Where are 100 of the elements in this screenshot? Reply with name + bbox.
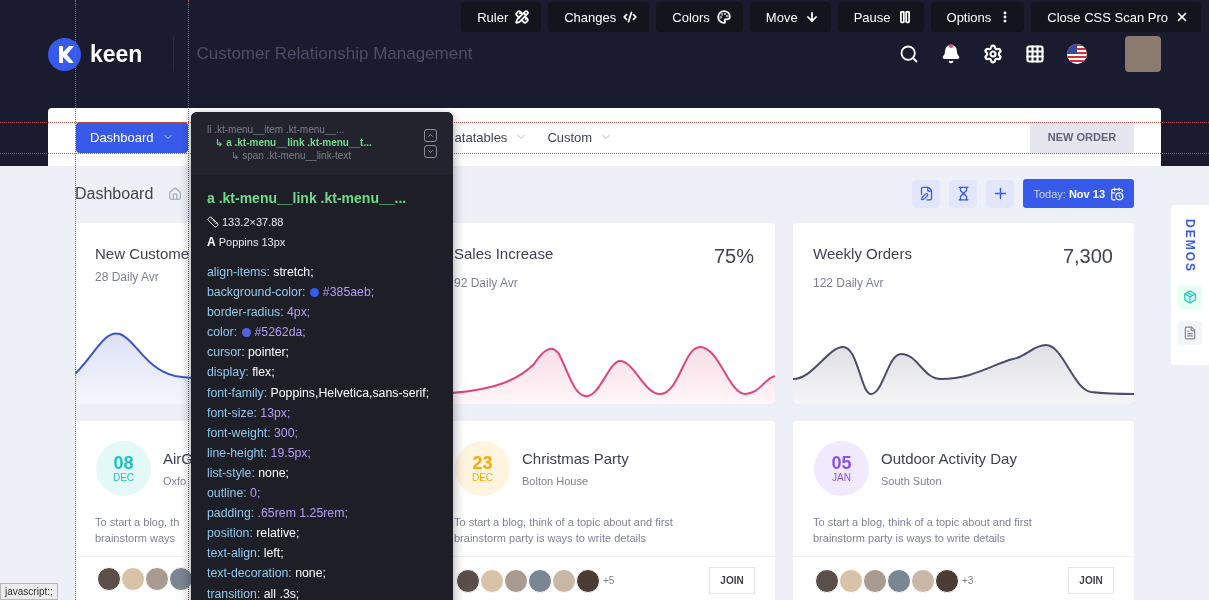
- demos-label[interactable]: DEMOS: [1183, 219, 1197, 273]
- menu-item[interactable]: atatables: [454, 121, 548, 153]
- toolbar-button[interactable]: Close CSS Scan Pro: [1031, 2, 1201, 32]
- event-description: brainstorm party is ways to write details: [454, 532, 646, 544]
- element-size: 133.2×37.88: [222, 216, 284, 228]
- css-property: cursor: pointer;: [207, 344, 291, 362]
- code-icon: [623, 10, 638, 24]
- element-path[interactable]: ↳ span .kt-menu__link-text: [207, 150, 352, 161]
- css-property: position: relative;: [207, 525, 301, 543]
- up-button[interactable]: [424, 129, 437, 142]
- join-button[interactable]: JOIN: [709, 567, 755, 594]
- css-property: outline: 0;: [207, 485, 262, 503]
- status-url: javascript:;: [0, 583, 58, 600]
- font-icon: A: [207, 235, 216, 249]
- avatar: [121, 567, 145, 591]
- avatar: [935, 568, 959, 593]
- more-count: +5: [603, 575, 615, 586]
- avatar: [887, 568, 911, 593]
- avatar: [815, 568, 839, 593]
- stat-value: 75%: [713, 245, 754, 268]
- css-property: font-size: 13px;: [207, 404, 292, 422]
- css-property: align-items: stretch;: [207, 264, 315, 281]
- stat-title: Sales Increase: [454, 245, 554, 264]
- avatar: [456, 568, 480, 593]
- date-badge: 08 DEC: [96, 441, 151, 496]
- chevron-down-icon: [426, 147, 435, 156]
- document-icon[interactable]: [1178, 321, 1202, 345]
- palette-icon: [716, 10, 731, 24]
- event-description: To start a blog, think of a topic about and first: [454, 516, 673, 528]
- font-info: Poppins 13px: [218, 236, 286, 248]
- logo-icon: [48, 37, 81, 71]
- css-property: line-height: 19.5px;: [207, 444, 312, 462]
- settings-icon[interactable]: [983, 44, 1003, 64]
- page-title: Dashboard: [75, 184, 154, 203]
- element-path[interactable]: li .kt-menu__item .kt-menu__...: [207, 124, 345, 135]
- element-path[interactable]: ↳ a .kt-menu__link .kt-menu__t...: [207, 137, 372, 148]
- hourglass-button[interactable]: [949, 179, 978, 208]
- event-location: Bolton House: [522, 475, 590, 487]
- toolbar-button[interactable]: Options: [930, 2, 1025, 32]
- join-button[interactable]: JOIN: [1068, 567, 1114, 594]
- selector-title: a .kt-menu__link .kt-menu__...: [207, 190, 408, 206]
- stat-title: Weekly Orders: [813, 245, 912, 264]
- close-icon: [1175, 10, 1189, 24]
- event-description: brainstorm party is ways to write details: [813, 532, 1005, 544]
- stat-title: New Custome: [95, 245, 190, 262]
- date-button[interactable]: Today: Nov 13: [1023, 179, 1134, 208]
- stat-value: 7,300: [1062, 245, 1113, 268]
- event-location: South Suton: [881, 475, 943, 487]
- stat-subtitle: 28 Daily Avr: [95, 270, 159, 284]
- flag-icon[interactable]: [1067, 44, 1087, 64]
- avatar: [169, 567, 193, 591]
- date-badge: 23 DEC: [455, 441, 510, 496]
- more-count: +3: [962, 575, 974, 586]
- event-description: brainstorm ways: [95, 532, 176, 544]
- css-property: text-align: left;: [207, 545, 285, 563]
- event-title: Outdoor Activity Day: [881, 450, 1017, 467]
- css-property: background-color: #385aeb;: [207, 284, 376, 302]
- stat-subtitle: 122 Daily Avr: [813, 276, 884, 290]
- css-property: padding: .65rem 1.25rem;: [207, 505, 349, 523]
- grid-icon[interactable]: [1025, 44, 1045, 64]
- search-icon[interactable]: [899, 44, 919, 64]
- css-property: display: flex;: [207, 364, 276, 382]
- brand-name: keen: [90, 40, 143, 68]
- notes-button[interactable]: [912, 179, 941, 208]
- avatar: [480, 568, 504, 593]
- down-button[interactable]: [424, 145, 437, 158]
- toolbar-button[interactable]: Pause: [837, 2, 924, 32]
- css-property: transition: all .3s;: [207, 585, 301, 600]
- avatar: [576, 568, 600, 593]
- toolbar-button[interactable]: Colors: [656, 2, 743, 32]
- avatar: [145, 567, 169, 591]
- bell-icon[interactable]: [941, 44, 961, 64]
- event-description: To start a blog, th: [95, 516, 180, 528]
- css-property: color: #5262da;: [207, 324, 307, 342]
- avatar: [528, 568, 552, 593]
- css-property: text-decoration: none;: [207, 565, 327, 583]
- menu-item[interactable]: Custom: [547, 121, 633, 153]
- new-order-button[interactable]: NEW ORDER: [1030, 121, 1134, 153]
- pause-icon: [897, 10, 912, 24]
- ruler-pencil-icon: [515, 10, 530, 24]
- avatar: [863, 568, 887, 593]
- toolbar-button[interactable]: Ruler: [461, 2, 542, 32]
- event-title: Christmas Party: [522, 450, 629, 467]
- app-subtitle: Customer Relationship Management: [196, 44, 473, 64]
- css-property: font-family: Poppins,Helvetica,sans-serif;: [207, 384, 431, 402]
- avatar: [504, 568, 528, 593]
- event-description: To start a blog, think of a topic about and first: [813, 516, 1032, 528]
- ruler-icon: [207, 216, 219, 228]
- avatar: [911, 568, 935, 593]
- add-button[interactable]: [986, 179, 1015, 208]
- toolbar-button[interactable]: Move: [749, 2, 831, 32]
- date-badge: 05 JAN: [814, 441, 869, 496]
- chevron-up-icon: [426, 131, 435, 140]
- css-property: font-weight: 300;: [207, 424, 299, 442]
- menu-item[interactable]: Dashboard: [76, 121, 188, 153]
- avatar: [552, 568, 576, 593]
- avatar: [839, 568, 863, 593]
- toolbar-button[interactable]: Changes: [548, 2, 650, 32]
- css-property: border-radius: 4px;: [207, 304, 312, 322]
- notes-icon: [918, 186, 934, 201]
